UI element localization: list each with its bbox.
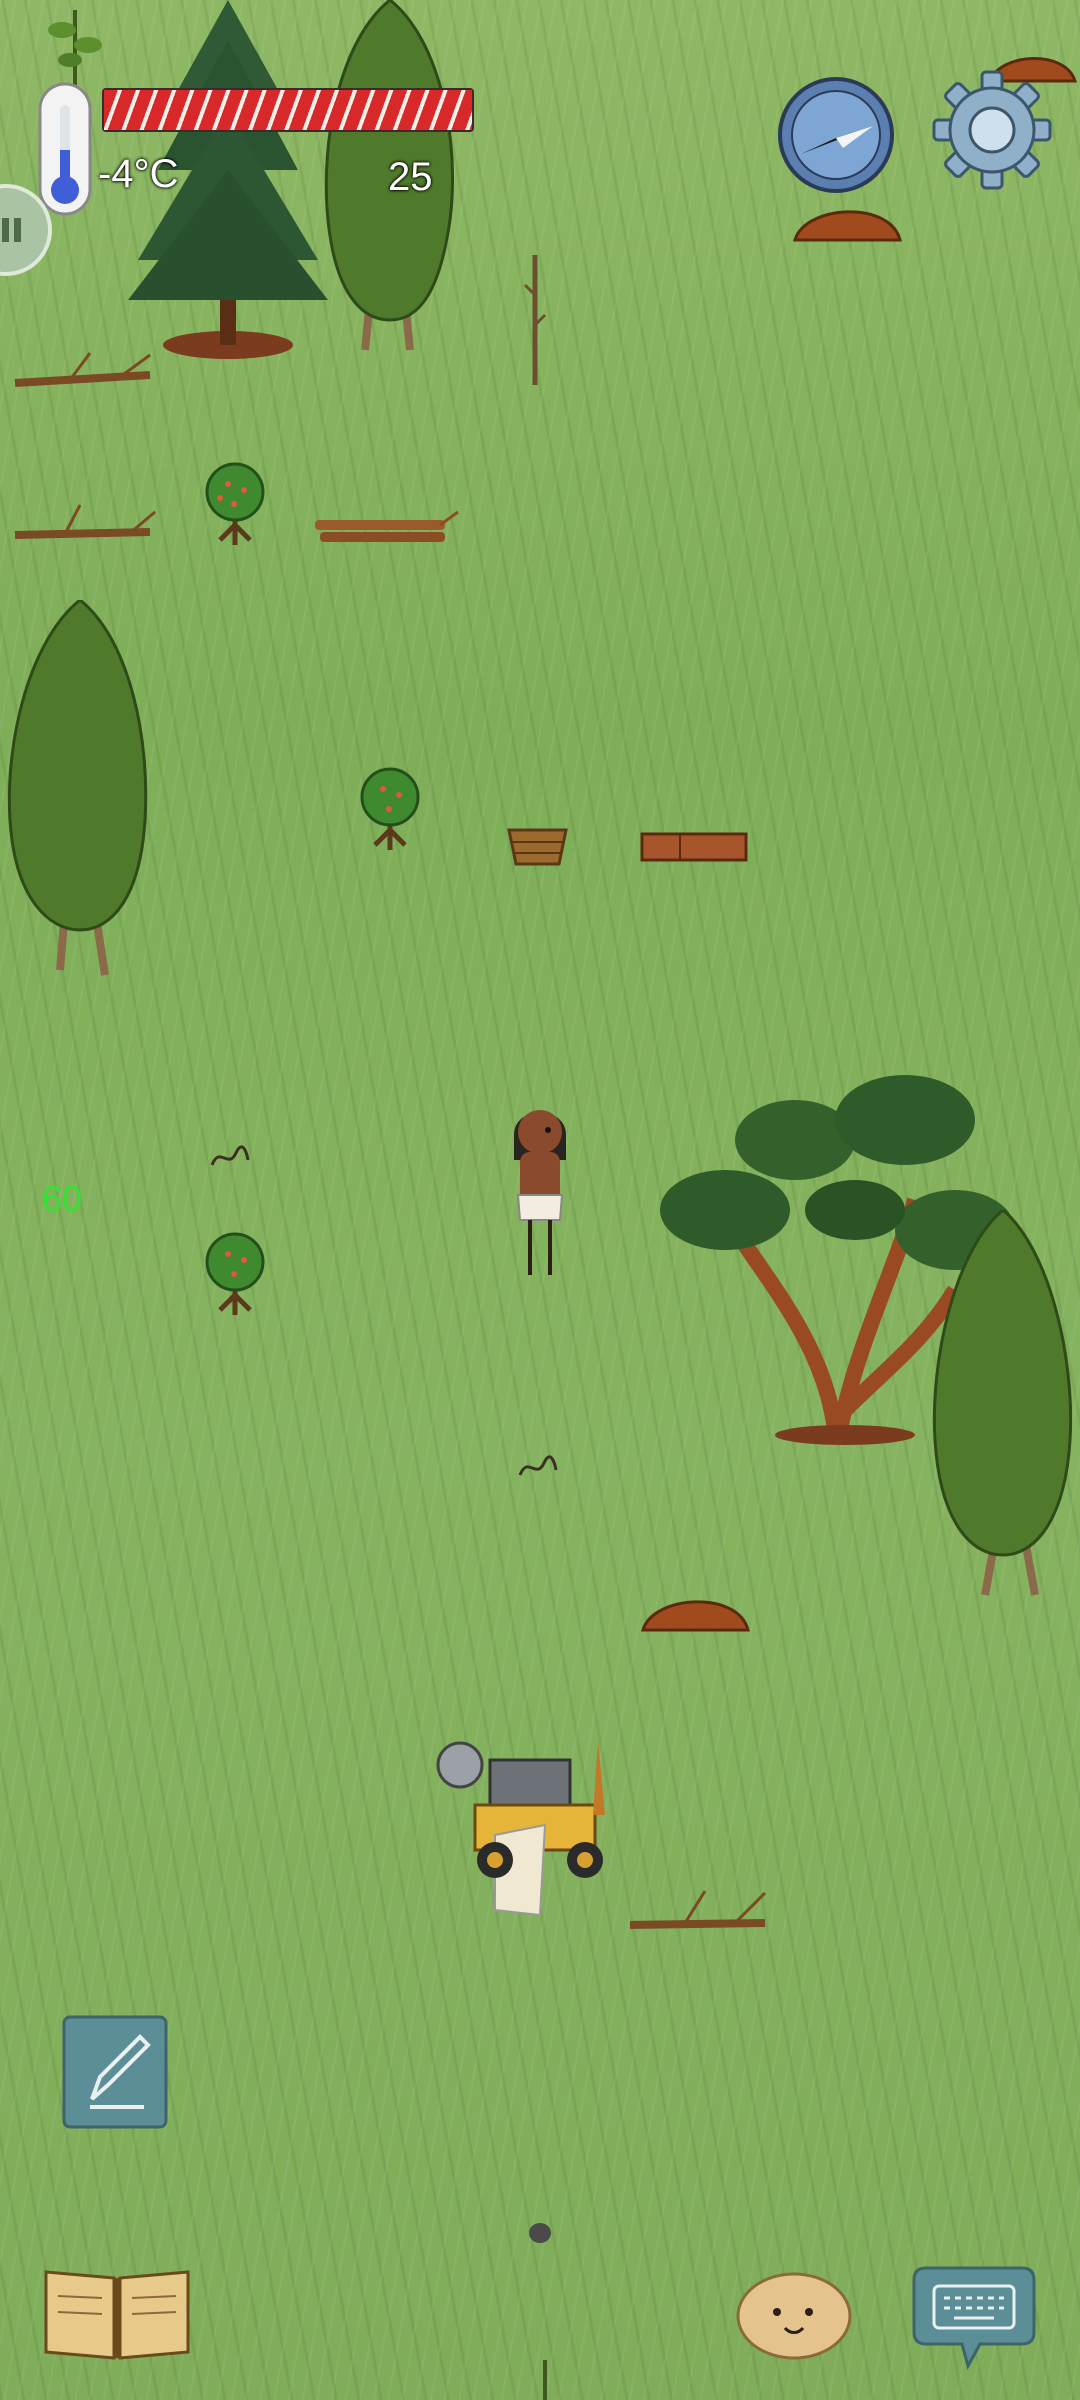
- cypress-tree[interactable]: [925, 1210, 1080, 1600]
- compass-icon[interactable]: [777, 76, 895, 194]
- temperature-readout: -4°C: [98, 152, 179, 196]
- rope-on-ground[interactable]: [518, 1455, 558, 1480]
- rope-on-ground[interactable]: [210, 1145, 250, 1170]
- dirt-pile[interactable]: [790, 195, 905, 245]
- counter-readout: 25: [388, 155, 433, 199]
- player-character[interactable]: [500, 1100, 580, 1280]
- health-bar-fill: [104, 90, 472, 130]
- cypress-tree[interactable]: [0, 600, 160, 980]
- gooseberry-bush[interactable]: [355, 765, 425, 850]
- pause-icon[interactable]: [0, 180, 52, 280]
- sapling[interactable]: [530, 2360, 560, 2400]
- engine-cart[interactable]: [435, 1725, 615, 1920]
- dirt-pile[interactable]: [638, 1585, 753, 1635]
- keyboard-icon[interactable]: [910, 2262, 1038, 2370]
- round-stone[interactable]: [528, 2222, 552, 2244]
- dead-branch[interactable]: [625, 1885, 775, 1945]
- gooseberry-bush[interactable]: [200, 1230, 270, 1315]
- potato-face-icon[interactable]: [735, 2268, 853, 2360]
- dead-branch[interactable]: [10, 345, 160, 395]
- wooden-boards[interactable]: [640, 830, 750, 865]
- thin-sapling[interactable]: [515, 255, 555, 385]
- basket[interactable]: [505, 822, 570, 867]
- book-icon[interactable]: [42, 2262, 192, 2362]
- health-bar: [102, 88, 474, 132]
- pencil-icon[interactable]: [62, 2015, 168, 2129]
- gooseberry-bush[interactable]: [200, 460, 270, 545]
- wood-logs[interactable]: [310, 510, 460, 550]
- fps-counter: 60: [42, 1178, 83, 1219]
- gear-icon[interactable]: [930, 68, 1054, 192]
- sapling[interactable]: [40, 0, 110, 90]
- dead-branch[interactable]: [10, 500, 160, 550]
